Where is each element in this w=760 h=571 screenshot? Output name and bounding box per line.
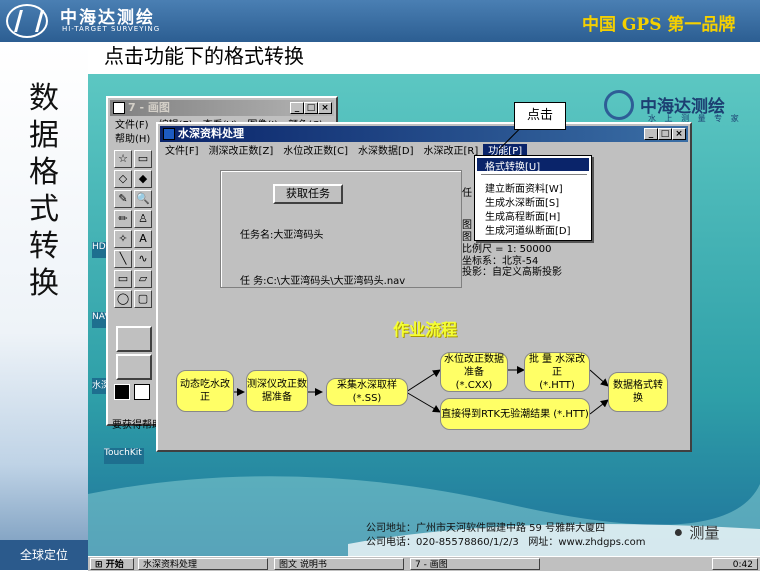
flow-step-batch-correction: 批 量 水深改正 (*.HTT) <box>524 352 590 392</box>
flow-step-collect-samples: 采集水深取样 (*.SS) <box>326 378 408 406</box>
get-task-button[interactable]: 获取任务 <box>273 184 343 204</box>
paint-app-icon-large-2 <box>116 354 152 380</box>
company-website-label: 网址： <box>528 537 559 548</box>
flow-title: 作业流程 <box>392 320 457 339</box>
vertical-title: 数据格式转换 <box>29 81 59 301</box>
taskbar-clock: 0:42 <box>712 558 758 570</box>
desktop-icon-touchkit[interactable]: TouchKit <box>104 448 144 464</box>
company-phone-line: 公司电话：020-85578860/1/2/3 网址：www.zhdgps.co… <box>366 536 646 550</box>
menu-sounder-correction[interactable]: 测深改正数[Z] <box>204 144 279 160</box>
flow-step-dynamic-draft: 动态吃水改正 <box>176 370 234 412</box>
flow-step-sounder-prep: 测深仪改正数据准备 <box>246 370 308 412</box>
paint-app-icon-large <box>116 326 152 352</box>
projection-label: 投影：自定义高斯投影 <box>462 267 562 278</box>
brand-name-en: HI-TARGET SURVEYING <box>62 25 161 33</box>
menu-item-format-convert[interactable]: 格式转换[U] <box>485 158 540 173</box>
main-menubar: 文件[F] 测深改正数[Z] 水位改正数[C] 水深数据[D] 水深改正[R] 功能[P] <box>160 144 688 160</box>
paint-app-icon <box>113 102 125 114</box>
minimize-button[interactable]: _ <box>644 128 658 140</box>
menu-depth-data[interactable]: 水深数据[D] <box>353 144 419 160</box>
rectangle-tool-icon[interactable]: ▭ <box>114 270 132 288</box>
brush-tool-icon[interactable]: ♙ <box>134 210 152 228</box>
taskbar: ⊞ 开始 水深资料处理 图文 说明书 7 - 画图 0:42 <box>88 556 760 571</box>
rect-select-tool-icon[interactable]: ▭ <box>134 150 152 168</box>
line-tool-icon[interactable]: ╲ <box>114 250 132 268</box>
menu-item-river-profile[interactable]: 生成河道纵断面[D] <box>485 222 571 237</box>
company-address: 公司地址：广州市天河软件园建中路 59 号雅群大厦四 <box>366 523 606 534</box>
task-name-label: 任务名:大亚湾码头 <box>240 230 324 241</box>
dropdown-separator <box>481 174 587 175</box>
company-info: 公司地址：广州市天河软件园建中路 59 号雅群大厦四 公司电话：020-8557… <box>366 522 646 550</box>
taskbar-item-paint[interactable]: 7 - 画图 <box>410 558 540 570</box>
main-title: 水深资料处理 <box>178 127 244 140</box>
flow-step-waterlevel-prep: 水位改正数据准备 (*.CXX) <box>440 352 508 392</box>
color-foreground-swatch[interactable] <box>114 384 130 400</box>
start-button[interactable]: ⊞ 开始 <box>90 558 134 570</box>
function-dropdown-menu: 格式转换[U] 建立断面资料[W] 生成水深断面[S] 生成高程断面[H] 生成… <box>474 155 592 241</box>
maximize-button[interactable]: □ <box>304 102 318 114</box>
magnifier-tool-icon[interactable]: 🔍 <box>134 190 152 208</box>
slogan: 中国 GPS 第一品牌 <box>582 15 736 35</box>
app-icon <box>163 128 175 140</box>
picker-tool-icon[interactable]: ✎ <box>114 190 132 208</box>
menu-item-build-section[interactable]: 建立断面资料[W] <box>485 180 563 195</box>
wechat-icon: ⚫ <box>672 524 685 542</box>
menu-item-depth-section[interactable]: 生成水深断面[S] <box>485 194 559 209</box>
close-button[interactable]: × <box>672 128 686 140</box>
paint-menu-help[interactable]: 帮助(H) <box>110 132 155 148</box>
partial-label-1: 任 <box>462 188 472 199</box>
curve-tool-icon[interactable]: ∿ <box>134 250 152 268</box>
callout-click: 点击 <box>514 102 566 130</box>
menu-file[interactable]: 文件[F] <box>160 144 204 160</box>
start-label: 开始 <box>105 560 124 570</box>
company-website: www.zhdgps.com <box>558 537 646 548</box>
ellipse-tool-icon[interactable]: ◯ <box>114 290 132 308</box>
pencil-tool-icon[interactable]: ✏ <box>114 210 132 228</box>
paint-toolbox: ☆ ▭ ◇ ◆ ✎ 🔍 ✏ ♙ ✧ A ╲ ∿ ▭ ▱ ◯ ▢ <box>114 150 154 320</box>
flow-step-rtk-result: 直接得到RTK无验潮结果 (*.HTT) <box>440 398 590 430</box>
taskbar-item-doc[interactable]: 图文 说明书 <box>274 558 404 570</box>
airbrush-tool-icon[interactable]: ✧ <box>114 230 132 248</box>
hi-target-logo-icon <box>6 4 48 38</box>
menu-waterlevel-correction[interactable]: 水位改正数[C] <box>278 144 353 160</box>
paint-status-bar: 要获得帮助 <box>112 420 162 431</box>
minimize-button[interactable]: _ <box>290 102 304 114</box>
menu-item-elevation-section[interactable]: 生成高程断面[H] <box>485 208 560 223</box>
eraser-tool-icon[interactable]: ◇ <box>114 170 132 188</box>
task-path-label: 任 务:C:\大亚湾码头\大亚湾码头.nav <box>240 276 406 287</box>
wechat-watermark: ⚫ 测量 <box>672 522 719 543</box>
flow-step-format-convert: 数据格式转换 <box>608 372 668 412</box>
rounded-rect-tool-icon[interactable]: ▢ <box>134 290 152 308</box>
main-titlebar[interactable]: 水深资料处理 _ □ × <box>160 126 688 142</box>
footer-left-label: 全球定位 <box>0 540 88 570</box>
taskbar-item-water-depth[interactable]: 水深资料处理 <box>138 558 268 570</box>
polygon-tool-icon[interactable]: ▱ <box>134 270 152 288</box>
text-tool-icon[interactable]: A <box>134 230 152 248</box>
wechat-label: 测量 <box>689 524 720 542</box>
windows-logo-icon: ⊞ <box>95 560 103 570</box>
color-background-swatch[interactable] <box>134 384 150 400</box>
close-button[interactable]: × <box>318 102 332 114</box>
slide-title: 点击功能下的格式转换 <box>104 44 304 68</box>
company-phone: 公司电话：020-85578860/1/2/3 <box>366 537 519 548</box>
fill-tool-icon[interactable]: ◆ <box>134 170 152 188</box>
paint-title: 7 - 画图 <box>128 101 170 114</box>
free-select-tool-icon[interactable]: ☆ <box>114 150 132 168</box>
maximize-button[interactable]: □ <box>658 128 672 140</box>
paint-titlebar[interactable]: 7 - 画图 _ □ × <box>110 100 334 116</box>
